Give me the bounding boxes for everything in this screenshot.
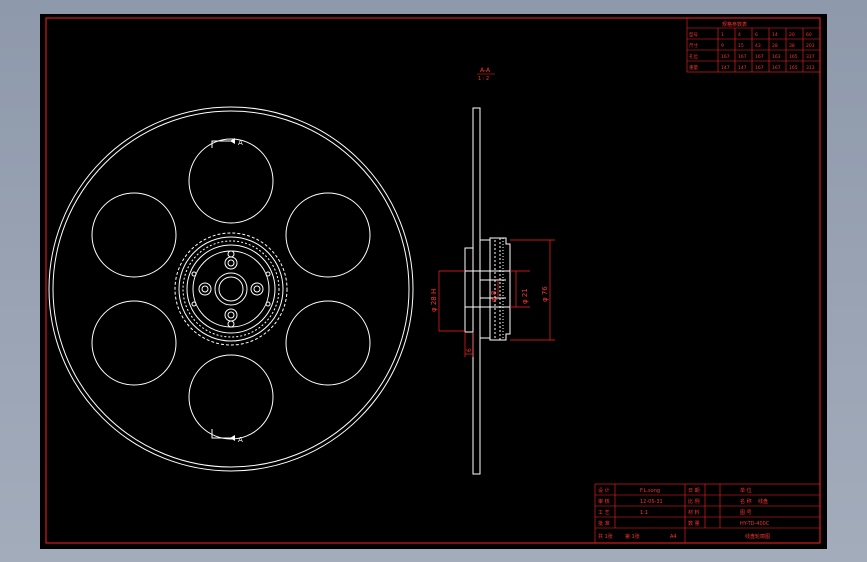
hub-ring-3 bbox=[186, 244, 276, 334]
spec-table-cell: 147 bbox=[738, 65, 747, 71]
spec-table-cell: 孔位 bbox=[689, 53, 698, 60]
title-block-footer-cell: 线盘轮廓图 bbox=[745, 533, 770, 540]
title-block-cell: 单 位 bbox=[740, 487, 752, 494]
dim-small-label: φ 21 bbox=[521, 288, 529, 304]
spec-table-cell: 203 bbox=[806, 43, 815, 49]
bolt-hole bbox=[201, 285, 209, 293]
hub-outer bbox=[174, 232, 288, 346]
hub-bore bbox=[214, 272, 248, 306]
title-block-cell: 12-05-31 bbox=[640, 499, 663, 505]
title-block-cell: F.L.song bbox=[640, 488, 660, 494]
spec-table-cell: 167 bbox=[755, 54, 764, 60]
spec-table-cell: 6 bbox=[755, 32, 758, 38]
dim-thickness-label: 6 bbox=[466, 348, 473, 352]
hub-ring-4 bbox=[192, 250, 270, 328]
title-block-cell: 审 核 bbox=[598, 498, 610, 505]
bolt-hole bbox=[198, 282, 212, 296]
part-name: 线盘 bbox=[758, 498, 768, 505]
bolt-hole bbox=[224, 256, 238, 270]
spec-table-cell: 15 bbox=[738, 43, 744, 49]
reel-section-view bbox=[464, 107, 511, 475]
spec-table-cell: 313 bbox=[806, 65, 815, 71]
bolt-hole bbox=[265, 301, 271, 307]
spec-table-cell: 167 bbox=[721, 54, 730, 60]
spec-table-cell: 28 bbox=[772, 43, 778, 49]
title-block-cell: HY-TD-400C bbox=[740, 521, 770, 527]
spec-table-cell: 167 bbox=[755, 65, 764, 71]
section-title: A-A bbox=[480, 67, 491, 74]
bolt-hole bbox=[265, 271, 271, 277]
spec-table-cell: 167 bbox=[772, 65, 781, 71]
lightening-hole bbox=[285, 192, 371, 278]
title-block-cell: 数 量 bbox=[688, 520, 700, 527]
bolt-hole bbox=[227, 311, 235, 319]
dim-inner-label: φ 8 bbox=[490, 291, 498, 302]
title-block-cell: 1:1 bbox=[640, 510, 648, 516]
spec-table-cell: 165 bbox=[789, 54, 798, 60]
title-block-cell: 材 料 bbox=[688, 509, 700, 516]
title-block-cell: 图 号 bbox=[740, 510, 752, 516]
spec-table-cell: 9 bbox=[721, 43, 724, 49]
spec-table-cell: 163 bbox=[772, 54, 781, 60]
cad-viewport[interactable]: A A A-A 1 : 2 φ 28 H φ 8 φ 21 φ 76 6 规格参… bbox=[40, 14, 827, 549]
hub-ring-1 bbox=[178, 236, 284, 342]
cad-drawing: A A A-A 1 : 2 φ 28 H φ 8 φ 21 φ 76 6 规格参… bbox=[45, 17, 821, 544]
section-arrow-bottom bbox=[230, 435, 235, 441]
bolt-hole bbox=[250, 282, 264, 296]
spec-table-cell: 尺寸 bbox=[689, 42, 698, 49]
dim-outer-label: φ 76 bbox=[541, 286, 549, 302]
spec-table-cell: 167 bbox=[738, 54, 747, 60]
title-block-cell: 比 例 bbox=[688, 498, 700, 505]
reel-front-view bbox=[48, 106, 414, 472]
title-block-cell: 批 准 bbox=[598, 520, 610, 527]
title-block-cell: 设 计 bbox=[598, 487, 610, 494]
spec-table-cell: 20 bbox=[789, 32, 795, 38]
bolt-hole bbox=[227, 320, 235, 328]
bolt-hole bbox=[191, 271, 197, 277]
lightening-hole bbox=[188, 354, 274, 440]
spec-table-cell: 型号 bbox=[689, 31, 698, 38]
spec-table-cell: 43 bbox=[755, 43, 761, 49]
disc-section bbox=[472, 107, 481, 475]
reel-outer-rim bbox=[48, 106, 414, 472]
spec-table-cell: 38 bbox=[789, 43, 795, 49]
title-block-footer-cell: 第 1张 bbox=[625, 533, 640, 540]
spec-table-cell: 14 bbox=[772, 32, 778, 38]
bolt-hole bbox=[191, 301, 197, 307]
lightening-hole bbox=[91, 300, 177, 386]
section-marker-bottom bbox=[211, 429, 235, 439]
lightening-hole bbox=[91, 192, 177, 278]
spec-table-cell: 4 bbox=[738, 32, 741, 38]
bolt-hole bbox=[227, 259, 235, 267]
title-block-footer-cell: 共 1张 bbox=[598, 533, 613, 540]
bolt-hole bbox=[224, 308, 238, 322]
spec-table-cell: 147 bbox=[721, 65, 730, 71]
dim-hub-label: φ 28 H bbox=[430, 289, 438, 312]
section-mark-bottom-label: A bbox=[238, 436, 243, 444]
spec-table-cell: 60 bbox=[806, 32, 812, 38]
title-block-cell: 日 期 bbox=[688, 488, 700, 494]
reel-rim-inner bbox=[52, 110, 410, 468]
title-block-footer-cell: A4 bbox=[670, 534, 677, 540]
title-block-cell: 名 称 bbox=[740, 498, 752, 505]
spec-table-cell: 重量 bbox=[689, 64, 698, 71]
spec-table-border bbox=[686, 17, 821, 73]
spec-table-cell: 165 bbox=[789, 65, 798, 71]
title-block-cell: 工 艺 bbox=[598, 510, 610, 516]
hub-keyway bbox=[464, 247, 474, 333]
spec-table-cell: 1 bbox=[721, 32, 724, 38]
spec-table-cell: 317 bbox=[806, 54, 815, 60]
section-mark-top-label: A bbox=[238, 139, 243, 147]
hub-bore-inner bbox=[218, 276, 244, 302]
spec-table-title: 规格参数表 bbox=[722, 21, 747, 28]
lightening-hole bbox=[188, 138, 274, 224]
drawing-frame bbox=[45, 17, 821, 544]
lightening-hole bbox=[285, 300, 371, 386]
spec-table bbox=[686, 17, 821, 73]
hub-ring-2 bbox=[182, 240, 280, 338]
section-scale: 1 : 2 bbox=[478, 76, 489, 82]
bolt-hole bbox=[227, 250, 235, 258]
bolt-hole bbox=[253, 285, 261, 293]
